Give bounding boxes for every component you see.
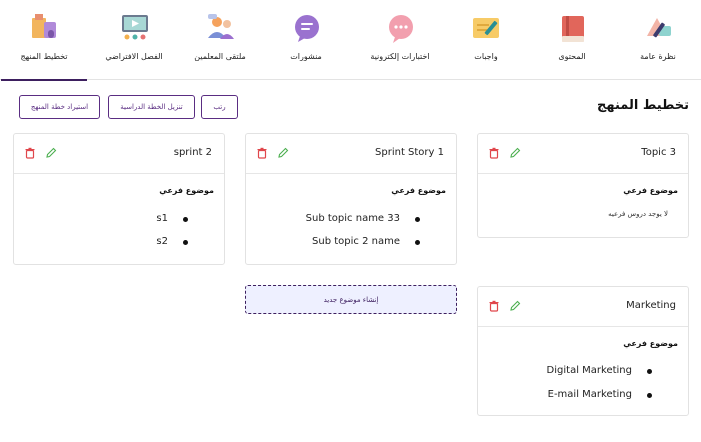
create-topic-button[interactable]: إنشاء موضوع جديد xyxy=(245,285,457,314)
card-title: Marketing xyxy=(626,300,676,311)
nav-item-label: المحتوى xyxy=(558,52,586,61)
subtopic-label: Sub topic 2 name xyxy=(312,236,400,247)
book-icon xyxy=(562,16,584,42)
bullet-icon xyxy=(183,240,188,245)
overview-icon xyxy=(647,18,671,38)
nav-item-virtual-class[interactable]: الفصل الافتراضي xyxy=(91,0,177,80)
card-header: Marketing xyxy=(478,287,688,327)
nav-item-label: تخطيط المنهج xyxy=(20,52,68,61)
import-plan-button[interactable]: استيراد خطة المنهج xyxy=(19,95,100,119)
download-plan-button[interactable]: تنزيل الخطة الدراسية xyxy=(108,95,195,119)
pencil-icon[interactable] xyxy=(509,147,521,159)
trash-icon[interactable] xyxy=(488,147,500,159)
virtual-class-icon xyxy=(122,15,148,40)
card-header: Topic 3 xyxy=(478,134,688,174)
card-header: Sprint Story 1 xyxy=(246,134,456,174)
nav-item-label: ملتقى المعلمين xyxy=(194,52,246,61)
planning-icon xyxy=(32,14,56,38)
subtopic-label: E-mail Marketing xyxy=(547,389,632,400)
chat-bubble-icon xyxy=(389,15,413,43)
subtopic-heading: موضوع فرعي xyxy=(159,186,214,195)
teachers-icon xyxy=(208,14,234,39)
card-title: sprint 2 xyxy=(173,147,212,158)
card-title: Sprint Story 1 xyxy=(375,147,444,158)
bullet-icon xyxy=(415,240,420,245)
topic-card: Marketing موضوع فرعي Digital Marketing E… xyxy=(477,286,689,416)
trash-icon[interactable] xyxy=(256,147,268,159)
pencil-icon[interactable] xyxy=(277,147,289,159)
list-item: Sub topic 2 name xyxy=(244,236,456,250)
bullet-icon xyxy=(647,369,652,374)
nav-item-label: الفصل الافتراضي xyxy=(105,52,163,61)
bullet-icon xyxy=(183,217,188,222)
card-header: sprint 2 xyxy=(14,134,224,174)
subtopic-heading: موضوع فرعي xyxy=(623,339,678,348)
no-subtopics-text: لا يوجد دروس فرعيه xyxy=(608,210,668,218)
subtopic-label: Sub topic name 33 xyxy=(305,213,400,224)
card-title: Topic 3 xyxy=(641,147,676,158)
subtopic-label: s2 xyxy=(156,236,168,247)
nav-item-label: واجبات xyxy=(474,52,498,61)
nav-item-label: اختبارات إلكترونية xyxy=(370,52,430,61)
pencil-icon[interactable] xyxy=(509,300,521,312)
list-item: Digital Marketing xyxy=(476,365,688,379)
bullet-icon xyxy=(415,217,420,222)
nav-item-posts[interactable]: منشورات xyxy=(263,0,349,80)
subtopic-label: Digital Marketing xyxy=(546,365,632,376)
list-item: E-mail Marketing xyxy=(476,389,688,403)
message-icon xyxy=(295,15,319,42)
trash-icon[interactable] xyxy=(24,147,36,159)
pencil-icon[interactable] xyxy=(45,147,57,159)
sort-button[interactable]: رتب xyxy=(201,95,238,119)
subtopic-heading: موضوع فرعي xyxy=(623,186,678,195)
nav-item-assignments[interactable]: واجبات xyxy=(443,0,529,80)
list-item: Sub topic name 33 xyxy=(244,213,456,227)
nav-item-quizzes[interactable]: اختبارات إلكترونية xyxy=(357,0,443,80)
subtopic-label: s1 xyxy=(156,213,168,224)
topic-card: sprint 2 موضوع فرعي s1 s2 xyxy=(13,133,225,265)
nav-item-content[interactable]: المحتوى xyxy=(529,0,615,80)
trash-icon[interactable] xyxy=(488,300,500,312)
nav-item-forum[interactable]: ملتقى المعلمين xyxy=(177,0,263,80)
bullet-icon xyxy=(647,393,652,398)
nav-item-label: نظرة عامة xyxy=(640,52,676,61)
nav-item-planning[interactable]: تخطيط المنهج xyxy=(1,0,87,81)
nav-item-overview[interactable]: نظرة عامة xyxy=(615,0,701,80)
page-title: تخطيط المنهج xyxy=(597,98,689,113)
nav-item-label: منشورات xyxy=(290,52,322,61)
list-item: s1 xyxy=(12,213,224,227)
subtopic-heading: موضوع فرعي xyxy=(391,186,446,195)
topic-card: Topic 3 موضوع فرعي لا يوجد دروس فرعيه xyxy=(477,133,689,238)
top-navigation: نظرة عامة المحتوى واجبات اختبارات إلكترو… xyxy=(0,0,701,81)
topic-card: Sprint Story 1 موضوع فرعي Sub topic name… xyxy=(245,133,457,265)
list-item: s2 xyxy=(12,236,224,250)
assignment-icon xyxy=(473,18,499,38)
